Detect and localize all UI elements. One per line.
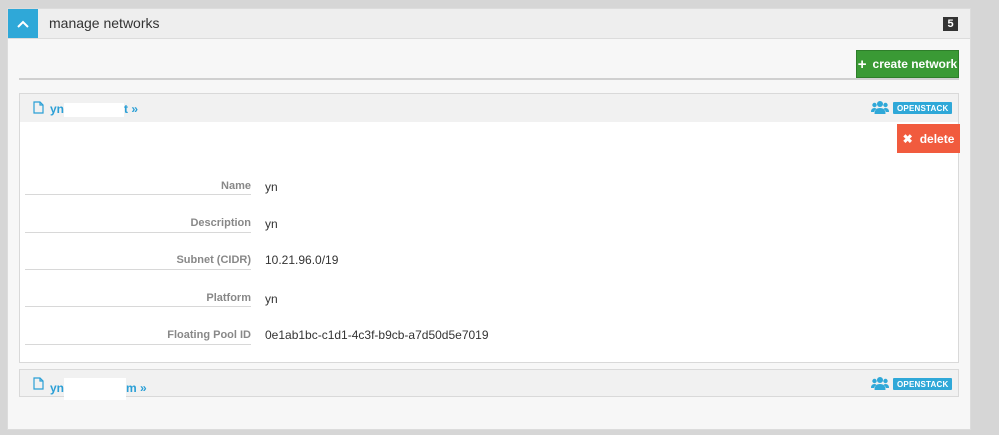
detail-label-name: Name — [221, 180, 251, 192]
detail-value-name: yn — [265, 180, 348, 195]
redaction-mask — [64, 378, 127, 400]
detail-row-divider — [25, 232, 251, 233]
delete-network-button[interactable]: ✖ delete — [897, 124, 960, 153]
chevron-up-icon — [17, 20, 29, 28]
redaction-mask — [277, 180, 348, 195]
detail-row-divider — [25, 306, 251, 307]
manage-networks-panel: manage networks 5 + create network yn t » — [7, 8, 971, 430]
panel-header: manage networks 5 — [8, 9, 970, 39]
detail-row-divider — [25, 194, 251, 195]
close-icon: ✖ — [902, 131, 913, 146]
redaction-mask — [277, 292, 314, 307]
file-icon — [33, 377, 44, 390]
create-network-label: create network — [872, 57, 958, 71]
delete-label: delete — [919, 131, 955, 146]
file-icon — [33, 101, 44, 114]
network-link[interactable]: yn m » — [50, 378, 147, 400]
detail-row-divider — [25, 344, 251, 345]
network-count-badge: 5 — [943, 17, 958, 31]
detail-value-platform: yn — [265, 292, 314, 307]
toolbar-divider — [19, 78, 959, 80]
detail-label-platform: Platform — [206, 292, 251, 304]
redaction-mask — [277, 217, 353, 232]
create-network-button[interactable]: + create network — [856, 50, 959, 78]
collapse-button[interactable] — [8, 9, 38, 38]
network-card: yn t » OPENSTACK ✖ delete Name yn Descrip… — [19, 93, 960, 363]
detail-label-floating-pool: Floating Pool ID — [167, 329, 251, 341]
detail-label-subnet: Subnet (CIDR) — [176, 254, 251, 266]
users-icon — [871, 377, 889, 390]
network-link-suffix: m » — [126, 381, 147, 396]
network-card: yn m » OPENSTACK — [19, 369, 959, 400]
network-link-prefix: yn — [50, 102, 65, 116]
detail-value-subnet: 10.21.96.0/19 — [265, 253, 339, 267]
network-link[interactable]: yn t » — [50, 102, 138, 117]
detail-value-description: yn — [265, 217, 353, 232]
detail-value-floating-pool: 0e1ab1bc-c1d1-4c3f-b9cb-a7d50d5e7019 — [265, 328, 489, 342]
network-card-header: yn t » OPENSTACK — [20, 94, 958, 122]
users-icon — [871, 101, 889, 114]
plus-icon: + — [857, 55, 867, 73]
platform-badge: OPENSTACK — [893, 378, 953, 390]
detail-label-description: Description — [190, 217, 251, 229]
platform-badge: OPENSTACK — [893, 102, 953, 114]
redaction-mask — [64, 102, 125, 117]
network-link-suffix: t » — [124, 102, 139, 116]
network-link-prefix: yn — [50, 381, 65, 396]
network-card-header: yn m » OPENSTACK — [20, 370, 958, 400]
detail-row-divider — [25, 269, 251, 270]
panel-title: manage networks — [49, 15, 160, 31]
